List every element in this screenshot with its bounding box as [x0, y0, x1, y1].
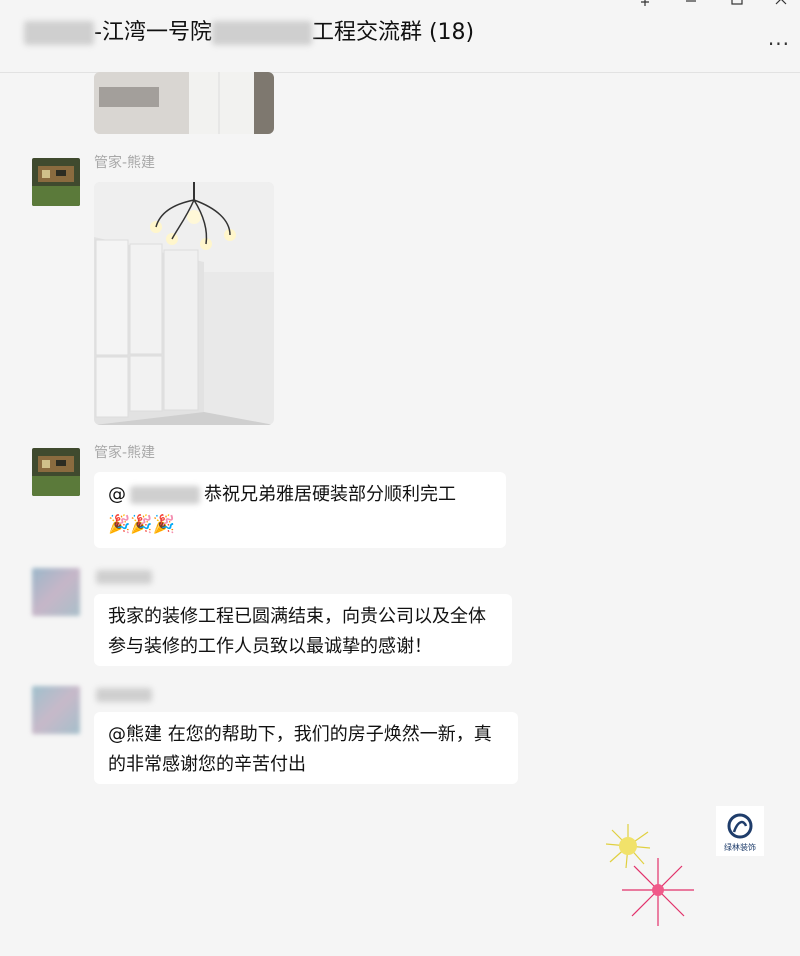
message-bubble[interactable]: 我家的装修工程已圆满结束，向贵公司以及全体参与装修的工作人员致以最诚挚的感谢！ — [94, 594, 512, 666]
avatar[interactable] — [32, 158, 80, 206]
title-bar: -江湾一号院 工程交流群 (18) ... — [0, 0, 800, 73]
message-bubble[interactable]: @ 恭祝兄弟雅居硬装部分顺利完工 🎉🎉🎉 — [94, 472, 506, 548]
message-text: @熊建 在您的帮助下，我们的房子焕然一新，真的非常感谢您的辛苦付出 — [108, 724, 492, 775]
sender-name: 管家-熊建 — [94, 155, 156, 171]
fireworks-image — [604, 822, 700, 932]
message-line: @ 恭祝兄弟雅居硬装部分顺利完工 — [108, 480, 492, 510]
avatar[interactable] — [32, 448, 80, 496]
pin-icon[interactable] — [630, 0, 660, 11]
redacted-sender-name — [96, 688, 152, 702]
avatar[interactable] — [32, 686, 80, 734]
redacted-text — [211, 21, 312, 45]
redacted-mention — [130, 486, 200, 504]
sender-name: 管家-熊建 — [94, 445, 156, 461]
logo-watermark: 绿林装饰 — [716, 806, 764, 856]
party-popper-emoji: 🎉🎉🎉 — [108, 514, 176, 535]
chat-title: -江湾一号院 工程交流群 (18) — [24, 14, 474, 46]
redacted-sender-name — [96, 570, 152, 584]
minimize-icon[interactable] — [676, 0, 706, 11]
chat-image-partial[interactable] — [94, 72, 274, 134]
close-icon[interactable] — [766, 0, 796, 11]
redacted-text — [24, 21, 94, 45]
maximize-icon[interactable] — [722, 0, 752, 11]
message-text: 恭祝兄弟雅居硬装部分顺利完工 — [204, 484, 456, 505]
mention-prefix[interactable]: @ — [108, 484, 126, 505]
chat-image[interactable] — [94, 182, 274, 425]
more-options-button[interactable]: ... — [768, 26, 790, 50]
message-bubble[interactable]: @熊建 在您的帮助下，我们的房子焕然一新，真的非常感谢您的辛苦付出 — [94, 712, 518, 784]
avatar[interactable] — [32, 568, 80, 616]
message-text: 我家的装修工程已圆满结束，向贵公司以及全体参与装修的工作人员致以最诚挚的感谢！ — [108, 606, 486, 657]
logo-text: 绿林装饰 — [724, 843, 756, 852]
